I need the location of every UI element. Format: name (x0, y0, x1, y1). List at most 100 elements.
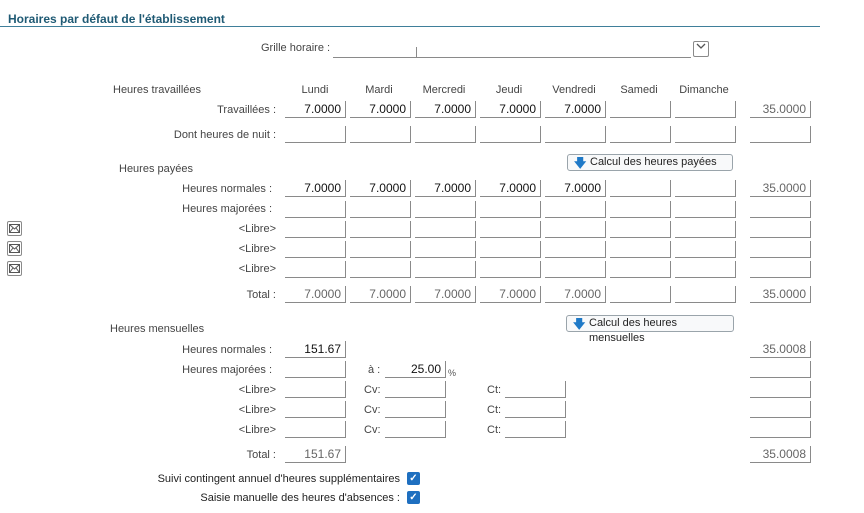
page-title: Horaires par défaut de l'établissement (8, 12, 225, 26)
libre-3-mail-button[interactable] (7, 261, 22, 276)
paid-total-dimanche-field (675, 286, 736, 303)
absences-checkbox[interactable]: ✓ (407, 491, 420, 504)
worked-mercredi-field[interactable]: 7.0000 (415, 101, 476, 118)
paid-libre2-dimanche-field[interactable] (675, 241, 736, 258)
paid-libre2-lundi-field[interactable] (285, 241, 346, 258)
paid-libre1-mercredi-field[interactable] (415, 221, 476, 238)
calc-monthly-hours-button[interactable]: 🡇 Calcul des heures mensuelles (566, 315, 734, 344)
day-header-jeudi: Jeudi (495, 84, 523, 96)
grille-dropdown-button[interactable] (693, 41, 709, 57)
paid-libre3-dimanche-field[interactable] (675, 261, 736, 278)
paid-total-total-field: 35.0000 (750, 286, 811, 303)
paid-normales-lundi-field[interactable]: 7.0000 (285, 180, 346, 197)
worked-section-label: Heures travaillées (113, 84, 202, 96)
row-label-nuit: Dont heures de nuit : (173, 129, 276, 141)
row-label-paid-libre-3: <Libre> (238, 263, 276, 275)
monthly-libre3-field[interactable] (285, 421, 346, 438)
monthly-libre1-cv-field[interactable] (385, 381, 446, 398)
paid-majorees-dimanche-field[interactable] (675, 201, 736, 218)
night-jeudi-field[interactable] (480, 126, 541, 143)
paid-majorees-vendredi-field[interactable] (545, 201, 606, 218)
paid-total-jeudi-field: 7.0000 (480, 286, 541, 303)
cv-label: Cv: (364, 384, 381, 396)
monthly-majorees-field[interactable] (285, 361, 346, 378)
paid-libre3-mercredi-field[interactable] (415, 261, 476, 278)
contingent-checkbox[interactable]: ✓ (407, 472, 420, 485)
paid-libre1-dimanche-field[interactable] (675, 221, 736, 238)
absences-checkbox-label: Saisie manuelle des heures d'absences : (200, 492, 400, 504)
night-lundi-field[interactable] (285, 126, 346, 143)
day-header-mercredi: Mercredi (422, 84, 466, 96)
worked-dimanche-field[interactable] (675, 101, 736, 118)
monthly-libre2-ct-field[interactable] (505, 401, 566, 418)
paid-total-mardi-field: 7.0000 (350, 286, 411, 303)
monthly-libre2-field[interactable] (285, 401, 346, 418)
monthly-libre3-cv-field[interactable] (385, 421, 446, 438)
paid-majorees-mardi-field[interactable] (350, 201, 411, 218)
calc-paid-hours-button[interactable]: 🡇 Calcul des heures payées (567, 154, 733, 171)
paid-libre2-vendredi-field[interactable] (545, 241, 606, 258)
paid-libre1-jeudi-field[interactable] (480, 221, 541, 238)
paid-libre1-samedi-field[interactable] (610, 221, 671, 238)
paid-libre2-mardi-field[interactable] (350, 241, 411, 258)
night-samedi-field[interactable] (610, 126, 671, 143)
paid-libre3-samedi-field[interactable] (610, 261, 671, 278)
worked-mardi-field[interactable]: 7.0000 (350, 101, 411, 118)
calc-paid-label: Calcul des heures payées (590, 156, 717, 168)
monthly-section-label: Heures mensuelles (110, 323, 205, 335)
grille-label: Grille horaire : (261, 42, 331, 54)
monthly-normales-field[interactable]: 151.67 (285, 341, 346, 358)
checkmark-icon: ✓ (409, 492, 418, 503)
libre-2-mail-button[interactable] (7, 241, 22, 256)
worked-lundi-field[interactable]: 7.0000 (285, 101, 346, 118)
paid-total-vendredi-field: 7.0000 (545, 286, 606, 303)
grille-select[interactable] (333, 40, 691, 58)
paid-normales-samedi-field[interactable] (610, 180, 671, 197)
worked-jeudi-field[interactable]: 7.0000 (480, 101, 541, 118)
monthly-libre1-ct-field[interactable] (505, 381, 566, 398)
cv-label: Cv: (364, 424, 381, 436)
paid-majorees-mercredi-field[interactable] (415, 201, 476, 218)
row-label-monthly-libre-2: <Libre> (238, 404, 276, 416)
night-vendredi-field[interactable] (545, 126, 606, 143)
paid-libre2-samedi-field[interactable] (610, 241, 671, 258)
worked-samedi-field[interactable] (610, 101, 671, 118)
paid-libre1-mardi-field[interactable] (350, 221, 411, 238)
row-label-travaillees: Travaillées : (217, 104, 276, 116)
paid-libre2-mercredi-field[interactable] (415, 241, 476, 258)
paid-normales-mardi-field[interactable]: 7.0000 (350, 180, 411, 197)
paid-libre3-vendredi-field[interactable] (545, 261, 606, 278)
monthly-majorees-rate-field[interactable]: 25.00 (385, 361, 446, 378)
paid-normales-jeudi-field[interactable]: 7.0000 (480, 180, 541, 197)
paid-libre2-jeudi-field[interactable] (480, 241, 541, 258)
paid-normales-total-field: 35.0000 (750, 180, 811, 197)
paid-libre3-jeudi-field[interactable] (480, 261, 541, 278)
paid-majorees-samedi-field[interactable] (610, 201, 671, 218)
night-total-field (750, 126, 811, 143)
paid-libre2-total-field (750, 241, 811, 258)
night-dimanche-field[interactable] (675, 126, 736, 143)
row-label-paid-total: Total : (246, 289, 276, 301)
paid-normales-dimanche-field[interactable] (675, 180, 736, 197)
monthly-normales-total-field: 35.0008 (750, 341, 811, 358)
monthly-libre2-cv-field[interactable] (385, 401, 446, 418)
paid-libre3-lundi-field[interactable] (285, 261, 346, 278)
paid-libre1-lundi-field[interactable] (285, 221, 346, 238)
paid-libre3-mardi-field[interactable] (350, 261, 411, 278)
worked-vendredi-field[interactable]: 7.0000 (545, 101, 606, 118)
monthly-libre1-total-field (750, 381, 811, 398)
monthly-libre3-ct-field[interactable] (505, 421, 566, 438)
monthly-majorees-total-field (750, 361, 811, 378)
paid-libre1-total-field (750, 221, 811, 238)
monthly-total-field: 151.67 (285, 446, 346, 463)
monthly-libre1-field[interactable] (285, 381, 346, 398)
paid-majorees-lundi-field[interactable] (285, 201, 346, 218)
libre-1-mail-button[interactable] (7, 221, 22, 236)
envelope-icon (9, 264, 20, 273)
night-mercredi-field[interactable] (415, 126, 476, 143)
paid-normales-vendredi-field[interactable]: 7.0000 (545, 180, 606, 197)
paid-majorees-jeudi-field[interactable] (480, 201, 541, 218)
night-mardi-field[interactable] (350, 126, 411, 143)
paid-normales-mercredi-field[interactable]: 7.0000 (415, 180, 476, 197)
paid-libre1-vendredi-field[interactable] (545, 221, 606, 238)
